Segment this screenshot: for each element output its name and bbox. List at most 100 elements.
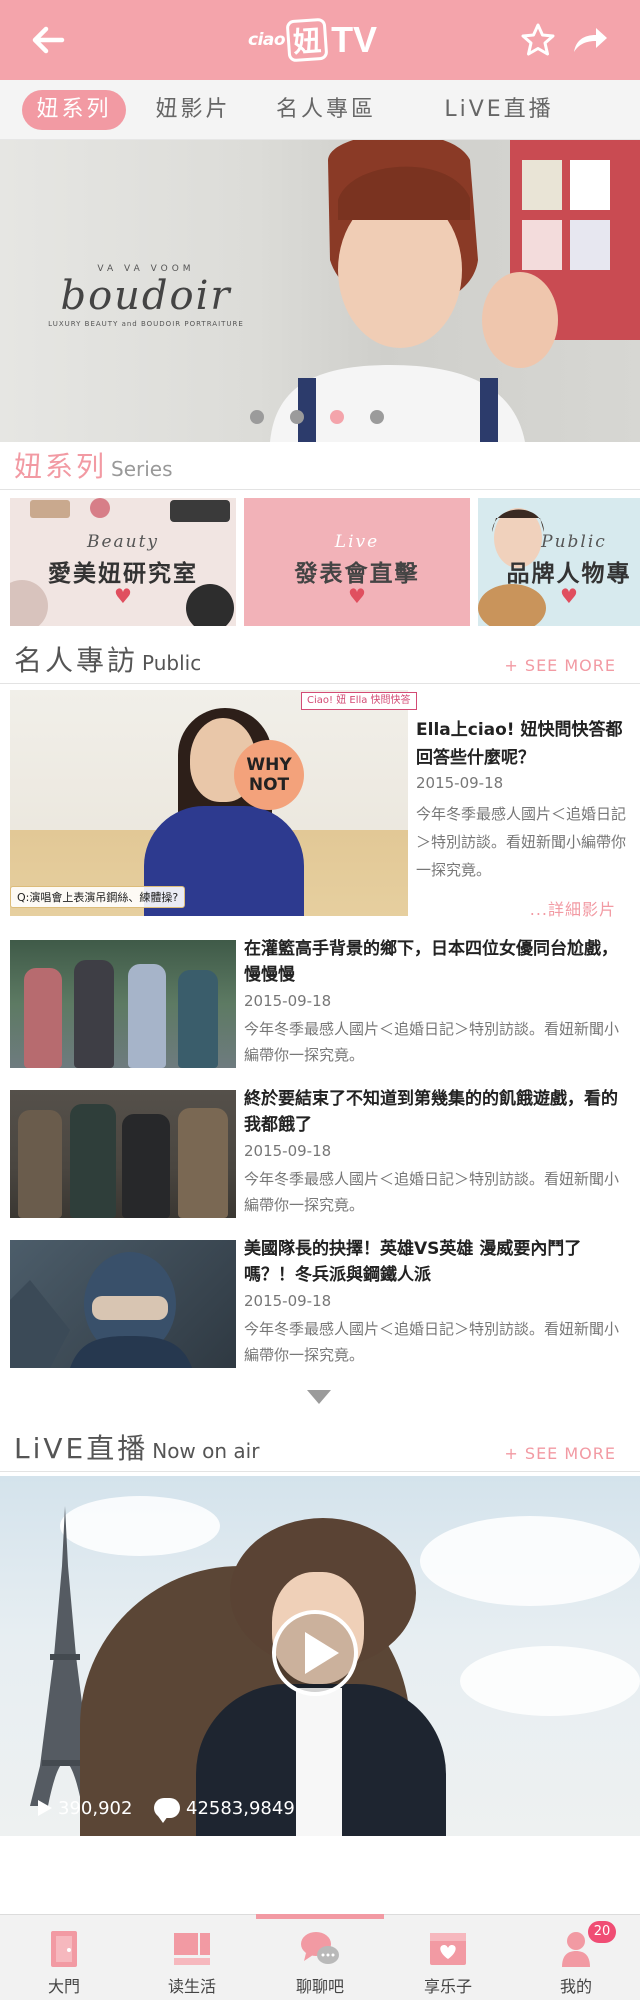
live-title: LiVE直播 Now on air	[14, 1432, 260, 1465]
nav-label: 享乐子	[423, 1977, 472, 1996]
figure-shape	[122, 1114, 170, 1218]
live-see-more-link[interactable]: + SEE MORE	[504, 1444, 616, 1463]
tab-live[interactable]: LiVE直播	[424, 90, 574, 130]
nav-item-chat[interactable]: 聊聊吧	[256, 1914, 384, 2000]
view-count: 390,902	[38, 1796, 132, 1820]
heart-card-icon	[430, 1933, 466, 1965]
live-stream-video[interactable]: 390,902 42583,9849	[0, 1476, 640, 1836]
door-icon	[51, 1931, 77, 1967]
hero-banner[interactable]: VA VA VOOM boudoir LUXURY BEAUTY and BOU…	[0, 140, 640, 442]
series-card-tag: Public	[541, 532, 607, 552]
article-description: 今年冬季最感人國片＜追婚日記＞特別訪談。看妞新聞小編帶你一探究竟。	[244, 1020, 620, 1064]
nav-label: 聊聊吧	[295, 1977, 344, 1996]
heart-icon: ♥	[114, 584, 132, 608]
series-card-live[interactable]: Live 發表會直擊 ♥	[244, 498, 470, 626]
series-section-header: 妞系列 Series	[0, 446, 640, 490]
nav-item-read[interactable]: 读生活	[128, 1915, 256, 2000]
article-thumbnail[interactable]	[10, 1090, 236, 1218]
why-not-sign: WHY NOT	[234, 740, 304, 810]
article-description: 今年冬季最感人國片＜追婚日記＞特別訪談。看妞新聞小編帶你一探究竟。	[244, 1170, 620, 1214]
app-header: ciao 妞 TV	[0, 0, 640, 80]
play-button[interactable]	[272, 1610, 358, 1696]
live-section-header: LiVE直播 Now on air + SEE MORE	[0, 1428, 640, 1472]
nav-item-fun[interactable]: 享乐子	[384, 1915, 512, 2000]
nav-item-me[interactable]: 20 我的	[512, 1915, 640, 2000]
series-title: 妞系列 Series	[14, 450, 173, 483]
article-date: 2015-09-18	[244, 992, 332, 1010]
play-icon	[305, 1632, 339, 1674]
article-title[interactable]: 在灌籃高手背景的鄉下，日本四位女優同台尬戲，慢慢慢	[244, 936, 626, 988]
carousel-dot[interactable]	[370, 410, 384, 424]
favorite-button[interactable]	[516, 18, 560, 62]
figure-shape	[24, 968, 62, 1068]
hero-mask-image	[10, 1252, 192, 1368]
comment-count: 42583,9849	[154, 1796, 295, 1823]
share-button[interactable]	[568, 18, 612, 62]
featured-title[interactable]: Ella上ciao! 妞快問快答都回答些什麼呢？	[416, 716, 626, 772]
series-card-title: 發表會直擊	[294, 561, 420, 587]
figure-shape	[128, 964, 166, 1068]
layout-icon	[174, 1933, 210, 1965]
heart-icon: ♥	[348, 584, 366, 608]
featured-badge: Ciao! 妞 Ella 快問快答	[301, 692, 417, 710]
article-description: 今年冬季最感人國片＜追婚日記＞特別訪談。看妞新聞小編帶你一探究竟。	[244, 1320, 620, 1364]
carousel-dot-active[interactable]	[330, 410, 344, 424]
public-section-header: 名人專訪 Public + SEE MORE	[0, 640, 640, 684]
tab-celebrity[interactable]: 名人專區	[270, 90, 382, 130]
article-date: 2015-09-18	[244, 1292, 332, 1310]
nav-label: 我的	[559, 1977, 592, 1996]
heart-icon: ♥	[560, 584, 578, 608]
logo-tv-text: TV	[331, 19, 378, 60]
article-thumbnail[interactable]	[10, 1240, 236, 1368]
hero-brand-name: boudoir	[60, 273, 232, 319]
cloud-shape	[460, 1646, 640, 1716]
article-title[interactable]: 美國隊長的抉擇！英雄VS英雄 漫威要內鬥了嗎？！冬兵派與鋼鐵人派	[244, 1236, 626, 1288]
nav-item-home[interactable]: 大門	[0, 1915, 128, 2000]
hero-brand-sub: LUXURY BEAUTY and BOUDOIR PORTRAITURE	[48, 320, 244, 328]
chat-icon	[301, 1932, 339, 1964]
live-subtitle: Now on air	[152, 1439, 260, 1463]
figure-shape	[74, 960, 114, 1068]
series-card-beauty[interactable]: Beauty 愛美妞研究室 ♥	[10, 498, 236, 626]
logo-ciao-text: ciao	[248, 30, 286, 50]
comment-bubble-icon	[154, 1798, 180, 1823]
carousel-dot[interactable]	[250, 410, 264, 424]
category-tabs: 妞系列 妞影片 名人專區 LiVE直播	[0, 80, 640, 140]
featured-description: 今年冬季最感人國片＜追婚日記＞特別訪談。看妞新聞小編帶你一探究竟。	[416, 805, 627, 879]
series-subtitle: Series	[111, 457, 173, 481]
app-logo: ciao 妞 TV	[248, 12, 398, 68]
figure-shape	[70, 1104, 116, 1218]
share-arrow-icon	[574, 28, 607, 52]
public-see-more-link[interactable]: + SEE MORE	[504, 656, 616, 675]
logo-char: 妞	[285, 17, 329, 63]
article-date: 2015-09-18	[244, 1142, 332, 1160]
nav-label: 大門	[47, 1977, 80, 1996]
public-title: 名人專訪 Public	[14, 644, 202, 677]
series-card-title: 愛美妞研究室	[48, 561, 198, 587]
tab-series[interactable]: 妞系列	[22, 90, 126, 130]
view-count-value: 390,902	[58, 1797, 133, 1819]
series-card-public[interactable]: Public 品牌人物專 ♥	[478, 498, 640, 626]
figure-shape	[18, 1110, 62, 1218]
featured-caption: Q:演唱會上表演吊鋼絲、練體操?	[10, 886, 186, 908]
tab-videos[interactable]: 妞影片	[148, 90, 238, 130]
featured-date: 2015-09-18	[416, 774, 504, 792]
bottom-navigation: 大門 读生活 聊聊吧 享乐子 20 我的	[0, 1914, 640, 2000]
public-subtitle: Public	[142, 651, 202, 675]
series-card-tag: Beauty	[86, 532, 160, 552]
figure-shape	[178, 970, 218, 1068]
article-thumbnail[interactable]	[10, 940, 236, 1068]
featured-details-link[interactable]: ...詳細影片	[530, 896, 616, 920]
article-title[interactable]: 終於要結束了不知道到第幾集的的飢餓遊戲，看的我都餓了	[244, 1086, 626, 1138]
figure-shape	[178, 1108, 228, 1218]
carousel-dots	[250, 410, 390, 424]
back-button[interactable]	[26, 18, 70, 62]
featured-video-thumbnail[interactable]: WHY NOT	[10, 690, 408, 916]
notification-badge: 20	[588, 1921, 616, 1943]
arrow-left-icon	[32, 26, 65, 54]
carousel-dot[interactable]	[290, 410, 304, 424]
star-icon	[521, 23, 555, 56]
nav-label: 读生活	[167, 1977, 216, 1996]
hero-brand-logo: VA VA VOOM boudoir LUXURY BEAUTY and BOU…	[46, 264, 246, 328]
load-more-arrow-icon[interactable]	[307, 1390, 331, 1404]
